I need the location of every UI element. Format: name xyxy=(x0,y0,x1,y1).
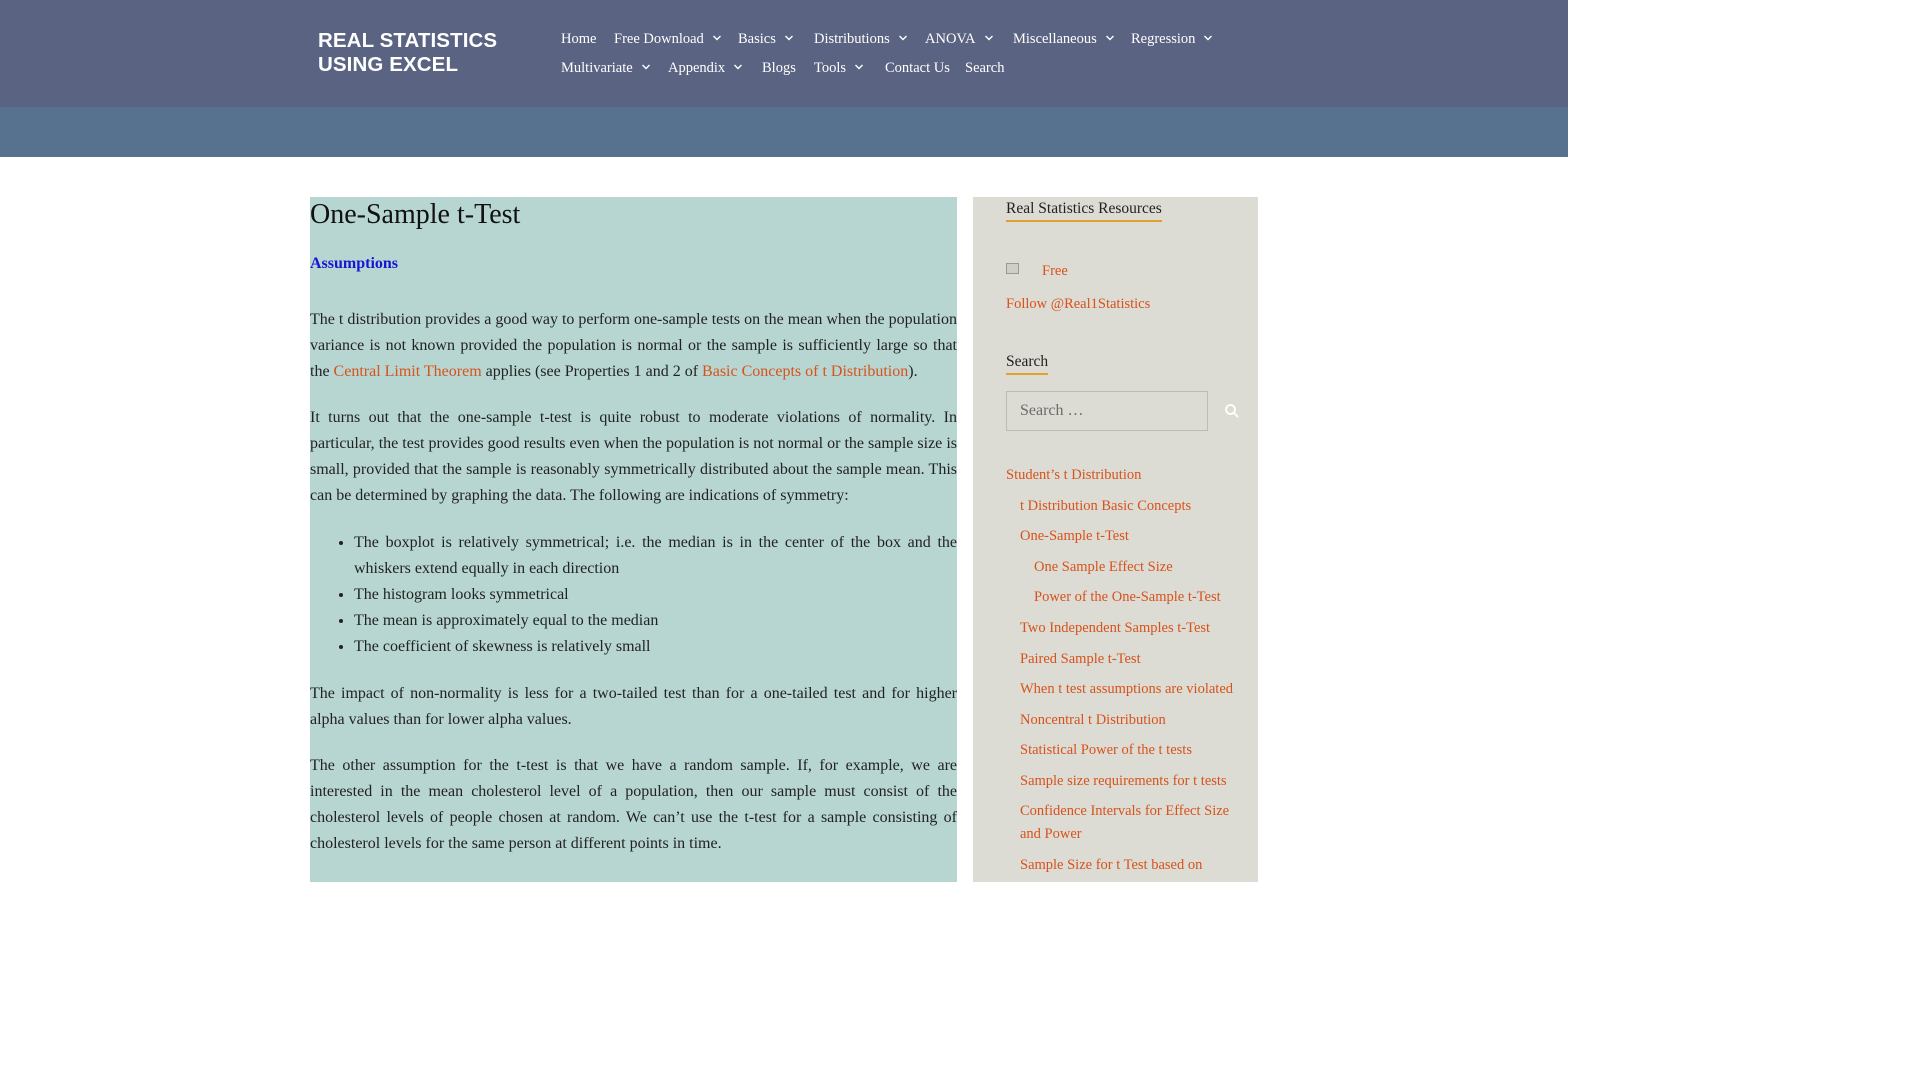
chevron-down-icon xyxy=(641,62,651,72)
sidebar-item-t-distribution-basic-concepts[interactable]: t Distribution Basic Concepts xyxy=(1020,495,1191,518)
nav-item-label: Contact Us xyxy=(885,59,950,76)
nav-item-label: Multivariate xyxy=(561,59,633,76)
sidebar-item-power-of-the-one-sample-t-test[interactable]: Power of the One-Sample t-Test xyxy=(1034,586,1221,609)
nav-item-miscellaneous[interactable]: Miscellaneous xyxy=(1013,31,1115,48)
sidebar-item-sample-size-for-t-test-based-on[interactable]: Sample Size for t Test based on xyxy=(1020,854,1202,877)
chevron-down-icon xyxy=(1203,33,1213,43)
nav-item-anova[interactable]: ANOVA xyxy=(925,31,994,48)
paragraph-2: It turns out that the one-sample t-test … xyxy=(310,409,957,504)
chevron-down-icon xyxy=(784,33,794,43)
sidebar-item-noncentral-t-distribution[interactable]: Noncentral t Distribution xyxy=(1020,709,1166,732)
paragraph-1: The t distribution provides a good way t… xyxy=(310,307,957,385)
search-input[interactable] xyxy=(1006,391,1208,431)
list-item: The boxplot is relatively symmetrical; i… xyxy=(354,530,957,582)
article-content: One-Sample t-Test Assumptions The t dist… xyxy=(310,197,957,882)
sidebar-item-paired-sample-t-test[interactable]: Paired Sample t-Test xyxy=(1020,648,1141,671)
sidebar-item-when-t-test-assumptions-are-violated[interactable]: When t test assumptions are violated xyxy=(1020,678,1233,701)
follow-twitter-link[interactable]: Follow @Real1Statistics xyxy=(1006,296,1150,313)
nav-item-label: Tools xyxy=(814,59,847,76)
search-button[interactable] xyxy=(1223,402,1241,420)
site-header xyxy=(0,0,1568,107)
paragraph-4: The other assumption for the t-test is t… xyxy=(310,757,957,852)
page-title: One-Sample t-Test xyxy=(310,199,521,230)
nav-item-label: Home xyxy=(561,30,597,47)
chevron-down-icon xyxy=(898,33,908,43)
nav-item-blogs[interactable]: Blogs xyxy=(762,60,796,77)
central-limit-theorem-link[interactable]: Central Limit Theorem xyxy=(334,363,482,380)
sidebar-item-one-sample-effect-size[interactable]: One Sample Effect Size xyxy=(1034,556,1173,579)
nav-item-label: Search xyxy=(965,59,1005,76)
nav-item-regression[interactable]: Regression xyxy=(1131,31,1213,48)
chevron-down-icon xyxy=(854,62,864,72)
symmetry-indications-list: The boxplot is relatively symmetrical; i… xyxy=(310,530,957,660)
basic-concepts-t-distribution-link[interactable]: Basic Concepts of t Distribution xyxy=(702,363,908,380)
sidebar-item-student-s-t-distribution[interactable]: Student’s t Distribution xyxy=(1006,464,1141,487)
site-title[interactable]: REAL STATISTICS USING EXCEL xyxy=(318,29,538,77)
nav-item-label: Distributions xyxy=(814,30,890,47)
nav-item-free-download[interactable]: Free Download xyxy=(614,31,722,48)
sidebar-item-statistical-power-of-the-t-tests[interactable]: Statistical Power of the t tests xyxy=(1020,739,1192,762)
resources-widget-title: Real Statistics Resources xyxy=(1006,199,1162,222)
chevron-down-icon xyxy=(984,33,994,43)
sidebar-item-one-sample-t-test[interactable]: One-Sample t-Test xyxy=(1020,525,1129,548)
free-download-link[interactable]: Free xyxy=(1042,263,1068,280)
nav-item-label: Blogs xyxy=(762,59,796,76)
nav-item-label: Regression xyxy=(1131,30,1196,47)
paragraph-3: The impact of non-normality is less for … xyxy=(310,685,957,728)
nav-item-label: ANOVA xyxy=(925,30,976,47)
chevron-down-icon xyxy=(1105,33,1115,43)
chevron-down-icon xyxy=(712,33,722,43)
nav-item-tools[interactable]: Tools xyxy=(814,60,864,77)
chevron-down-icon xyxy=(733,62,743,72)
nav-item-multivariate[interactable]: Multivariate xyxy=(561,60,651,77)
search-icon xyxy=(1225,404,1239,418)
section-heading-assumptions: Assumptions xyxy=(310,255,399,272)
nav-item-home[interactable]: Home xyxy=(561,31,596,48)
sidebar-item-two-independent-samples-t-test[interactable]: Two Independent Samples t-Test xyxy=(1020,617,1210,640)
nav-item-label: Miscellaneous xyxy=(1013,30,1097,47)
nav-item-appendix[interactable]: Appendix xyxy=(668,60,743,77)
nav-item-label: Free Download xyxy=(614,30,704,47)
list-item: The histogram looks symmetrical xyxy=(354,582,957,608)
nav-item-label: Appendix xyxy=(668,59,726,76)
list-item: The coefficient of skewness is relativel… xyxy=(354,634,957,660)
paragraph-1-text-c: ). xyxy=(908,363,918,380)
paragraph-1-text-b: applies (see Properties 1 and 2 of xyxy=(481,363,703,380)
nav-item-distributions[interactable]: Distributions xyxy=(814,31,908,48)
broken-image-icon xyxy=(1006,263,1019,274)
header-banner-band xyxy=(0,107,1568,157)
list-item: The mean is approximately equal to the m… xyxy=(354,608,957,634)
sidebar-item-sample-size-requirements-for-t-tests[interactable]: Sample size requirements for t tests xyxy=(1020,770,1227,793)
search-widget-title: Search xyxy=(1006,352,1049,375)
sidebar-item-confidence-intervals-for-effect-size-and-power[interactable]: Confidence Intervals for Effect Size and… xyxy=(1020,800,1250,846)
nav-item-search[interactable]: Search xyxy=(965,60,1004,77)
nav-item-label: Basics xyxy=(738,30,776,47)
sidebar: Real Statistics Resources Free Follow @R… xyxy=(973,197,1258,882)
nav-item-contact-us[interactable]: Contact Us xyxy=(885,60,950,77)
nav-item-basics[interactable]: Basics xyxy=(738,31,794,48)
